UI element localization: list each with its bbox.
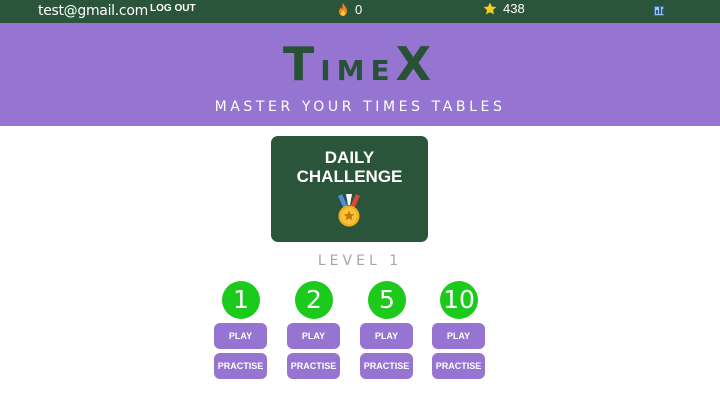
logo-letter-t: T: [282, 37, 321, 91]
bar-chart-icon[interactable]: [654, 6, 664, 16]
table-number-badge: 2: [295, 281, 333, 319]
daily-challenge-button[interactable]: DAILY CHALLENGE: [271, 136, 428, 242]
table-number-badge: 10: [440, 281, 478, 319]
stars-counter: 438: [483, 1, 525, 16]
user-email: test@gmail.com: [38, 3, 148, 19]
streak-counter: 0: [338, 2, 362, 17]
play-button[interactable]: PLAY: [360, 323, 413, 349]
streak-count: 0: [355, 2, 363, 17]
play-button[interactable]: PLAY: [432, 323, 485, 349]
table-card-1: 1 PLAY PRACTISE: [214, 281, 268, 381]
table-card-2: 2 PLAY PRACTISE: [287, 281, 341, 381]
tagline: MASTER YOUR TIMES TABLES: [214, 99, 506, 115]
logout-button[interactable]: LOG OUT: [150, 3, 196, 14]
practise-button[interactable]: PRACTISE: [432, 353, 485, 379]
logo-letters-ime: IME: [320, 54, 396, 87]
logo-letter-x: X: [395, 37, 438, 91]
medal-icon: [338, 194, 360, 227]
table-number-badge: 1: [222, 281, 260, 319]
play-button[interactable]: PLAY: [214, 323, 267, 349]
daily-challenge-line2: CHALLENGE: [296, 167, 403, 186]
practise-button[interactable]: PRACTISE: [360, 353, 413, 379]
stars-count: 438: [503, 1, 525, 16]
star-icon: [483, 2, 497, 15]
fire-icon: [339, 3, 347, 16]
table-number-badge: 5: [368, 281, 406, 319]
daily-challenge-line1: DAILY: [324, 148, 375, 167]
app-logo: TIMEX: [0, 37, 720, 91]
table-card-5: 5 PLAY PRACTISE: [360, 281, 414, 381]
play-button[interactable]: PLAY: [287, 323, 340, 349]
level-label: LEVEL 1: [317, 253, 403, 269]
top-bar: test@gmail.com LOG OUT 0 438: [0, 0, 720, 23]
table-card-10: 10 PLAY PRACTISE: [432, 281, 486, 381]
practise-button[interactable]: PRACTISE: [287, 353, 340, 379]
header-banner: TIMEX MASTER YOUR TIMES TABLES: [0, 23, 720, 126]
practise-button[interactable]: PRACTISE: [214, 353, 267, 379]
